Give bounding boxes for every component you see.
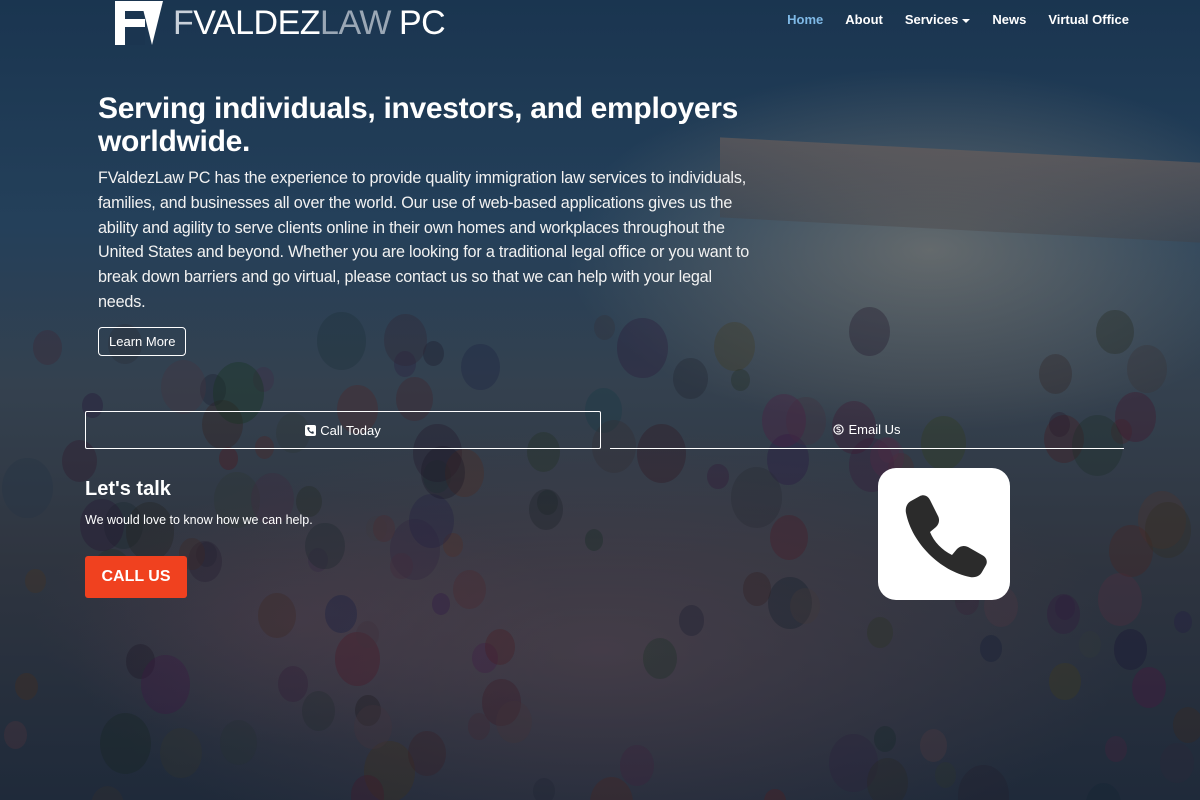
nav-virtual-office[interactable]: Virtual Office	[1037, 12, 1140, 27]
logo-part-pc: PC	[398, 4, 446, 42]
phone-square-icon	[305, 424, 317, 436]
nav-home[interactable]: Home	[776, 12, 834, 27]
nav-about[interactable]: About	[834, 12, 894, 27]
call-today-button[interactable]: Call Today	[85, 411, 601, 449]
phone-handset-icon[interactable]	[878, 468, 1010, 600]
site-logo[interactable]: FVALDEZLAW PC	[115, 0, 446, 46]
hero-heading: Serving individuals, investors, and empl…	[98, 92, 739, 158]
contact-bar: Call Today Email Us	[85, 411, 1124, 449]
logo-wordmark: FVALDEZLAW PC	[173, 0, 446, 46]
hero-body: FValdezLaw PC has the experience to prov…	[98, 169, 750, 311]
page: FVALDEZLAW PC Home About Services News Vi…	[0, 0, 1200, 800]
phone-handset-glyph	[905, 495, 987, 578]
hero-section: Serving individuals, investors, and empl…	[98, 92, 763, 356]
lets-talk-subtext: We would love to know how we can help.	[85, 513, 313, 527]
site-header: FVALDEZLAW PC Home About Services News Vi…	[0, 0, 1200, 50]
logo-fv-icon	[115, 1, 163, 45]
lets-talk-heading: Let's talk	[85, 478, 171, 500]
logo-part-valdez: VALDEZ	[193, 4, 321, 42]
call-today-label: Call Today	[320, 422, 381, 438]
call-us-button[interactable]: CALL US	[85, 556, 187, 598]
logo-part-law: LAW	[320, 4, 391, 42]
nav-services-label: Services	[904, 12, 959, 27]
email-us-button[interactable]: Email Us	[610, 411, 1124, 449]
lets-talk-section: Let's talk We would love to know how we …	[85, 478, 313, 527]
logo-part-f: F	[173, 4, 194, 42]
main-nav: Home About Services News Virtual Office	[776, 12, 1140, 27]
email-us-label: Email Us	[848, 422, 901, 437]
skype-icon	[833, 424, 845, 435]
nav-news[interactable]: News	[981, 12, 1037, 27]
learn-more-button[interactable]: Learn More	[98, 326, 187, 356]
nav-services[interactable]: Services	[894, 12, 982, 27]
chevron-down-icon	[962, 18, 971, 23]
